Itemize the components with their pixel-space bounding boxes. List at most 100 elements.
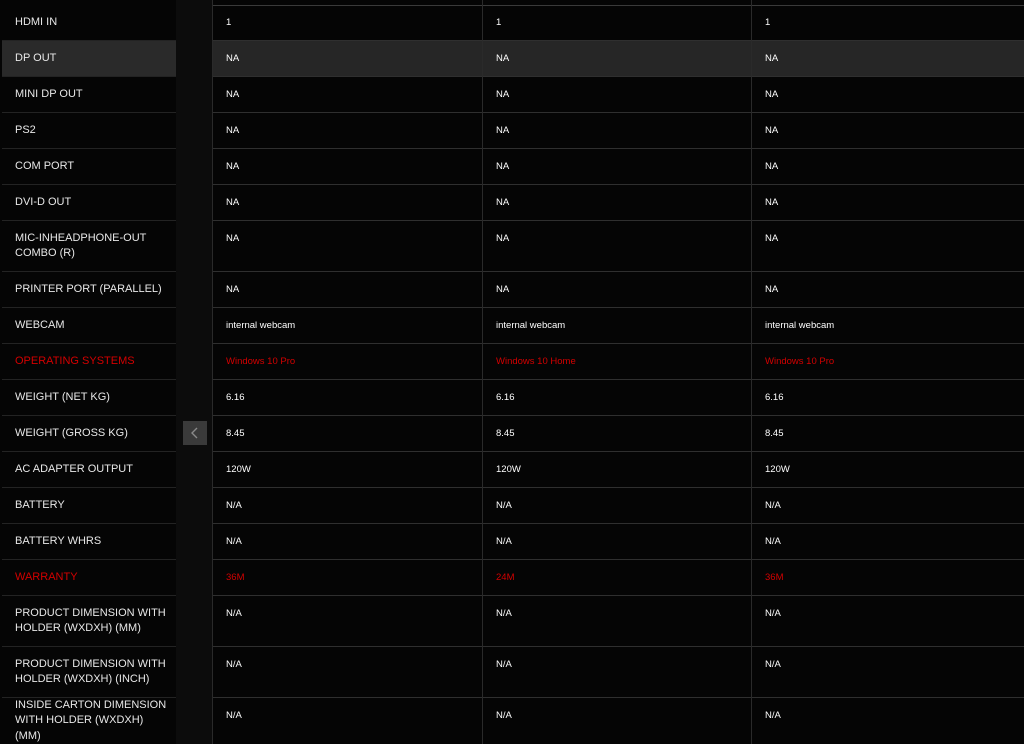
column-divider [212, 0, 213, 744]
spec-value: N/A [496, 536, 512, 547]
spec-label: PS2 [2, 113, 176, 149]
spec-value: 8.45 [226, 428, 245, 439]
spec-row: 36M 24M 36M [212, 560, 1024, 596]
spec-row: NA NA NA [212, 41, 1024, 77]
spec-value: NA [496, 197, 510, 208]
spec-value: 1 [765, 17, 771, 28]
spec-row: 8.45 8.45 8.45 [212, 416, 1024, 452]
spec-value: N/A [226, 536, 242, 547]
spec-row: NA NA NA [212, 77, 1024, 113]
spec-row: NA NA NA [212, 185, 1024, 221]
spec-value: NA [496, 233, 510, 244]
spec-row: 1 1 1 [212, 5, 1024, 41]
spec-row: 6.16 6.16 6.16 [212, 380, 1024, 416]
spec-value: NA [765, 161, 779, 172]
spec-row: 120W 120W 120W [212, 452, 1024, 488]
spec-label: PRODUCT DIMENSION WITH HOLDER (WXDXH) (I… [2, 647, 176, 698]
spec-label: PRINTER PORT (PARALLEL) [2, 272, 176, 308]
spec-label: WARRANTY [2, 560, 176, 596]
spec-label: HDMI IN [2, 5, 176, 41]
spec-value: NA [226, 53, 240, 64]
spec-label: WEBCAM [2, 308, 176, 344]
spec-value: N/A [226, 500, 242, 511]
spec-value: NA [226, 89, 240, 100]
spec-row: Windows 10 Pro Windows 10 Home Windows 1… [212, 344, 1024, 380]
spec-value: NA [765, 197, 779, 208]
spec-row: N/A N/A N/A [212, 596, 1024, 647]
spec-value: NA [226, 125, 240, 136]
spec-value: Windows 10 Pro [226, 356, 296, 367]
spec-value: 1 [226, 17, 232, 28]
spec-label: MINI DP OUT [2, 77, 176, 113]
spec-row: NA NA NA [212, 221, 1024, 272]
spec-row: N/A N/A N/A [212, 488, 1024, 524]
scroll-left-button[interactable] [183, 421, 207, 445]
spec-value: 8.45 [496, 428, 515, 439]
spec-value: NA [765, 89, 779, 100]
spec-value: N/A [226, 710, 242, 721]
spec-row: N/A N/A N/A [212, 698, 1024, 744]
spec-value: Windows 10 Home [496, 356, 576, 367]
spec-label: MIC-INHEADPHONE-OUT COMBO (R) [2, 221, 176, 272]
scroll-gutter [176, 0, 212, 744]
spec-value: NA [765, 284, 779, 295]
spec-value: NA [765, 233, 779, 244]
spec-label: DP OUT [2, 41, 176, 77]
spec-comparison-page: HDMI IN 1 1 1 DP OUT NA NA NA MINI DP OU… [0, 0, 1024, 744]
spec-value: 36M [765, 572, 784, 583]
spec-value: Windows 10 Pro [765, 356, 835, 367]
column-divider [751, 0, 752, 744]
spec-value: 36M [226, 572, 245, 583]
spec-label: INSIDE CARTON DIMENSION WITH HOLDER (WXD… [15, 698, 167, 742]
spec-value: NA [226, 161, 240, 172]
spec-value: 1 [496, 17, 502, 28]
spec-value: N/A [496, 710, 512, 721]
spec-value: 120W [496, 464, 521, 475]
spec-value: N/A [496, 659, 512, 670]
spec-label: AC ADAPTER OUTPUT [2, 452, 176, 488]
spec-label: BATTERY WHRS [2, 524, 176, 560]
spec-value: N/A [765, 710, 781, 721]
spec-value: NA [496, 89, 510, 100]
spec-label: BATTERY [2, 488, 176, 524]
spec-row: NA NA NA [212, 113, 1024, 149]
spec-label: COM PORT [2, 149, 176, 185]
spec-value: N/A [765, 536, 781, 547]
spec-value: NA [765, 53, 779, 64]
spec-value: N/A [765, 608, 781, 619]
spec-value: internal webcam [226, 320, 296, 331]
spec-label: DVI-D OUT [2, 185, 176, 221]
spec-row: N/A N/A N/A [212, 647, 1024, 698]
spec-value: NA [765, 125, 779, 136]
spec-value: 120W [226, 464, 251, 475]
spec-value: N/A [765, 500, 781, 511]
spec-value: NA [496, 53, 510, 64]
spec-value: N/A [226, 659, 242, 670]
spec-row: NA NA NA [212, 149, 1024, 185]
spec-value: NA [496, 125, 510, 136]
spec-value: N/A [496, 500, 512, 511]
spec-label: WEIGHT (GROSS KG) [2, 416, 176, 452]
spec-value: NA [226, 284, 240, 295]
spec-value: NA [496, 161, 510, 172]
spec-label: OPERATING SYSTEMS [2, 344, 176, 380]
spec-row: N/A N/A N/A [212, 524, 1024, 560]
spec-label: PRODUCT DIMENSION WITH HOLDER (WXDXH) (M… [2, 596, 176, 647]
spec-value: internal webcam [496, 320, 566, 331]
spec-value: 8.45 [765, 428, 784, 439]
spec-value: 6.16 [765, 392, 784, 403]
spec-value: NA [496, 284, 510, 295]
spec-value: 24M [496, 572, 515, 583]
spec-row: internal webcam internal webcam internal… [212, 308, 1024, 344]
chevron-left-icon [191, 427, 198, 439]
spec-value: N/A [765, 659, 781, 670]
column-divider [482, 0, 483, 744]
spec-label: WEIGHT (NET KG) [2, 380, 176, 416]
spec-value: internal webcam [765, 320, 835, 331]
spec-row: NA NA NA [212, 272, 1024, 308]
spec-value: 6.16 [226, 392, 245, 403]
spec-value: 6.16 [496, 392, 515, 403]
spec-value: NA [226, 233, 240, 244]
spec-value: N/A [226, 608, 242, 619]
spec-value: 120W [765, 464, 790, 475]
